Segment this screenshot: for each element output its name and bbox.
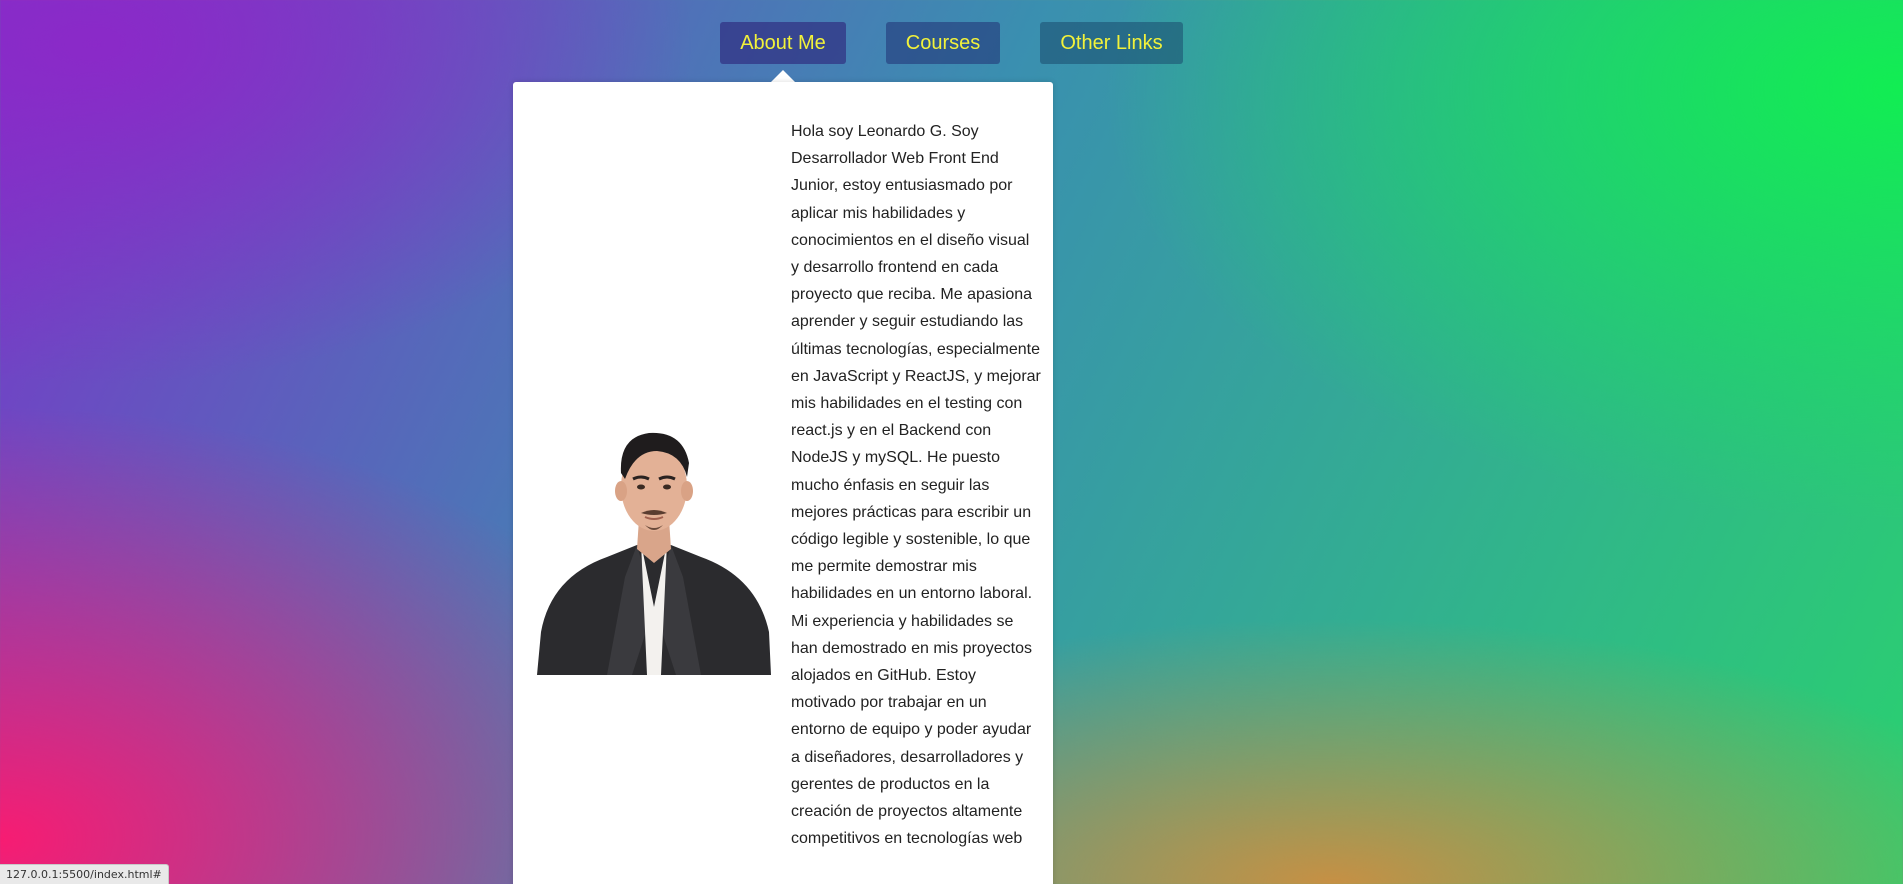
about-me-panel: Hola soy Leonardo G. Soy Desarrollador W… bbox=[513, 82, 1053, 884]
nav-courses-button[interactable]: Courses bbox=[886, 22, 1000, 64]
profile-photo bbox=[537, 407, 771, 675]
nav-about-me-button[interactable]: About Me bbox=[720, 22, 846, 64]
top-nav: About Me Courses Other Links bbox=[0, 22, 1903, 64]
nav-other-links-button[interactable]: Other Links bbox=[1040, 22, 1183, 64]
browser-status-bar-url: 127.0.0.1:5500/index.html# bbox=[0, 864, 169, 884]
about-me-bio-text: Hola soy Leonardo G. Soy Desarrollador W… bbox=[791, 123, 1041, 848]
